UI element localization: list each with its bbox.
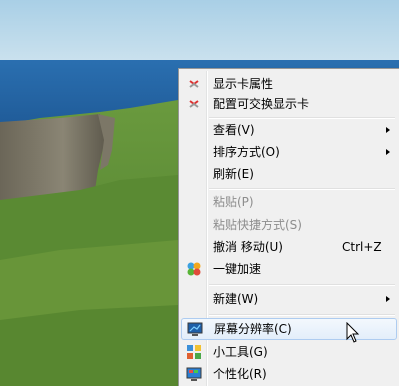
menu-item-label: 新建(W) [213, 292, 259, 306]
menu-item-label: 小工具(G) [213, 345, 268, 359]
menu-item-label: 撤消 移动(U) [213, 240, 283, 254]
menu-item-screen-resolution[interactable]: 屏幕分辨率(C) [181, 318, 397, 340]
context-menu: 显示卡属性 配置可交换显示卡 查看(V) 排序方式(O) 刷新(E) 粘贴(P)… [178, 68, 399, 386]
menu-separator [209, 284, 395, 286]
submenu-arrow-icon [386, 296, 390, 302]
menu-item-label: 一键加速 [213, 262, 262, 276]
menu-item-speed-up[interactable]: 一键加速 [181, 258, 397, 280]
menu-item-label: 粘贴快捷方式(S) [213, 218, 302, 232]
menu-item-switchable-graphics[interactable]: 配置可交换显示卡 [181, 93, 397, 115]
menu-item-label: 刷新(E) [213, 167, 254, 181]
menu-separator [209, 188, 395, 190]
menu-separator [209, 314, 395, 316]
menu-item-shortcut: Ctrl+Z [342, 240, 382, 254]
menu-item-refresh[interactable]: 刷新(E) [181, 163, 397, 185]
personalize-icon [186, 367, 202, 381]
menu-item-label: 粘贴(P) [213, 195, 254, 209]
menu-item-gadgets[interactable]: 小工具(G) [181, 341, 397, 363]
menu-item-label: 查看(V) [213, 123, 255, 137]
desktop[interactable]: 显示卡属性 配置可交换显示卡 查看(V) 排序方式(O) 刷新(E) 粘贴(P)… [0, 0, 399, 386]
menu-item-undo-move[interactable]: 撤消 移动(U) Ctrl+Z [181, 236, 397, 258]
menu-item-label: 配置可交换显示卡 [213, 97, 310, 111]
menu-item-sort-by[interactable]: 排序方式(O) [181, 141, 397, 163]
menu-item-new[interactable]: 新建(W) [181, 288, 397, 310]
menu-item-personalize[interactable]: 个性化(R) [181, 363, 397, 385]
menu-item-paste[interactable]: 粘贴(P) [181, 191, 397, 213]
menu-item-label: 显示卡属性 [213, 77, 274, 91]
speed-up-icon [187, 262, 201, 276]
mouse-pointer-icon [346, 322, 360, 343]
menu-item-graphics-properties[interactable]: 显示卡属性 [181, 73, 397, 95]
menu-item-paste-shortcut[interactable]: 粘贴快捷方式(S) [181, 214, 397, 236]
display-icon [187, 322, 203, 336]
menu-item-label: 个性化(R) [213, 367, 267, 381]
menu-item-view[interactable]: 查看(V) [181, 119, 397, 141]
submenu-arrow-icon [386, 127, 390, 133]
gadgets-icon [187, 345, 201, 359]
menu-item-label: 排序方式(O) [213, 145, 280, 159]
graphics-card-icon [189, 100, 199, 108]
menu-item-label: 屏幕分辨率(C) [214, 322, 292, 336]
submenu-arrow-icon [386, 149, 390, 155]
graphics-card-icon [189, 80, 199, 88]
